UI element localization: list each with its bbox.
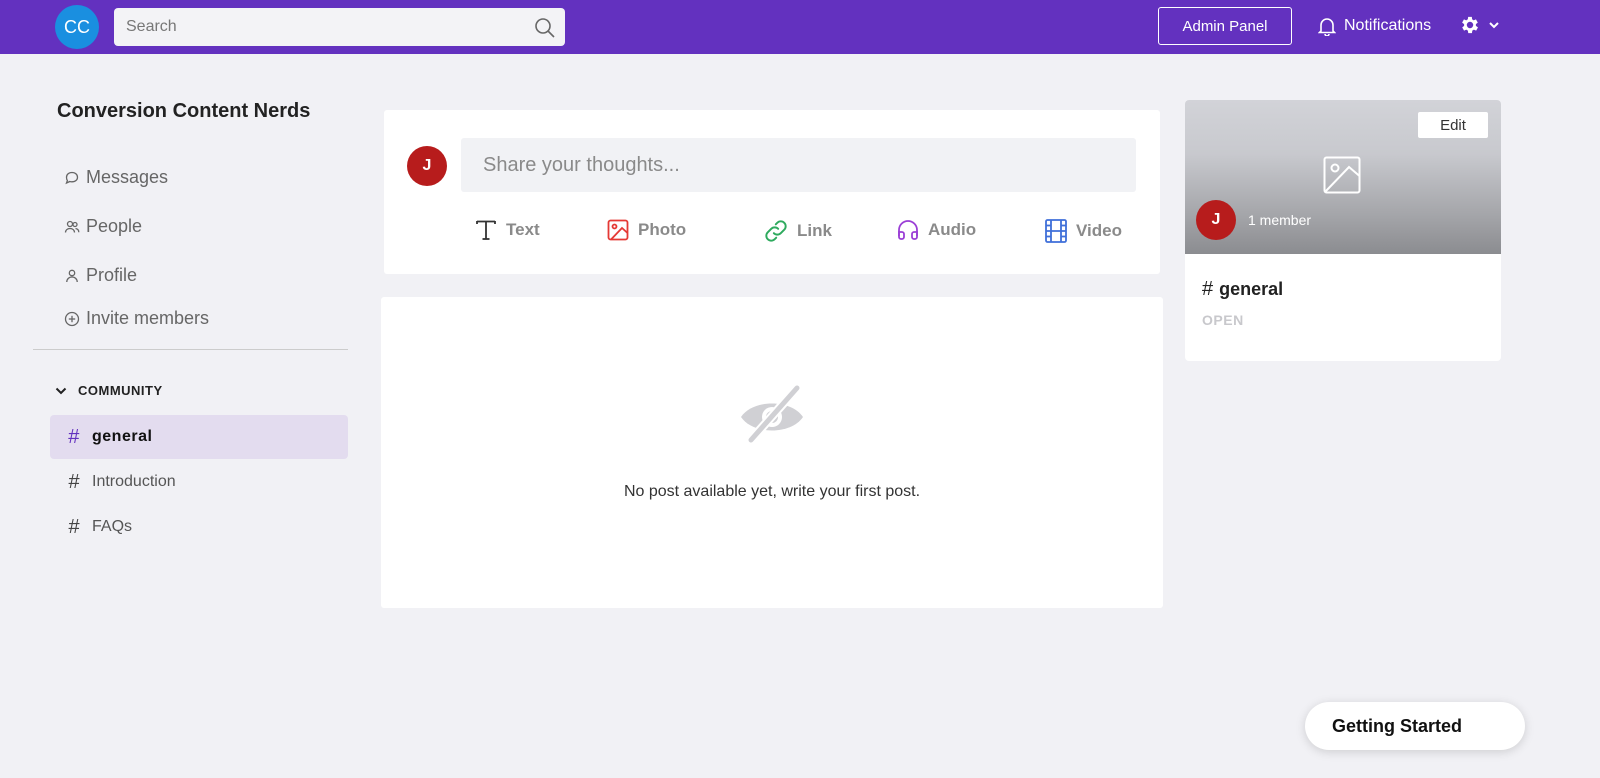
bell-icon bbox=[1318, 18, 1336, 36]
channel-general[interactable]: # general bbox=[50, 415, 348, 459]
hash-icon: # bbox=[1202, 278, 1214, 300]
section-label: COMMUNITY bbox=[78, 383, 163, 398]
getting-started-button[interactable]: Getting Started bbox=[1305, 702, 1525, 750]
channel-faqs[interactable]: # FAQs bbox=[50, 505, 348, 549]
channel-introduction[interactable]: # Introduction bbox=[50, 460, 348, 504]
notifications-label: Notifications bbox=[1344, 17, 1432, 34]
channel-label: Introduction bbox=[92, 473, 176, 490]
community-section-toggle[interactable]: COMMUNITY bbox=[54, 383, 163, 398]
channel-title: # general bbox=[1202, 278, 1283, 301]
eye-slash-icon bbox=[741, 385, 803, 443]
post-type-label: Photo bbox=[638, 220, 687, 239]
post-type-label: Audio bbox=[928, 220, 977, 239]
post-type-text[interactable]: Text bbox=[474, 218, 540, 242]
post-type-label: Link bbox=[797, 221, 832, 240]
nav-messages[interactable]: Messages bbox=[64, 167, 168, 188]
nav-label: People bbox=[86, 216, 143, 236]
search-box bbox=[114, 8, 565, 46]
plus-circle-icon bbox=[64, 311, 80, 326]
nav-label: Profile bbox=[86, 265, 138, 285]
post-type-photo[interactable]: Photo bbox=[606, 218, 686, 242]
member-count[interactable]: 1 member bbox=[1248, 212, 1311, 228]
settings-menu[interactable] bbox=[1459, 14, 1501, 36]
headphones-icon bbox=[898, 220, 918, 240]
top-bar: CC Admin Panel Notifications bbox=[0, 0, 1600, 54]
channel-cover: Edit J 1 member bbox=[1185, 100, 1501, 254]
post-composer: J Share your thoughts... Text Photo Link bbox=[384, 110, 1160, 274]
text-icon bbox=[476, 220, 496, 240]
film-icon bbox=[1045, 219, 1067, 243]
search-icon[interactable] bbox=[533, 16, 557, 40]
search-input[interactable] bbox=[114, 8, 565, 46]
channel-label: FAQs bbox=[92, 518, 133, 535]
person-icon bbox=[66, 269, 78, 282]
empty-feed-message: No post available yet, write your first … bbox=[623, 483, 921, 500]
photo-icon bbox=[607, 219, 629, 241]
people-icon bbox=[64, 220, 80, 233]
nav-label: Invite members bbox=[86, 308, 210, 328]
post-type-label: Text bbox=[506, 220, 540, 239]
image-placeholder-icon bbox=[1323, 156, 1361, 194]
hash-icon: # bbox=[68, 470, 80, 493]
chevron-down-icon bbox=[1489, 22, 1499, 29]
feed-empty-state: No post available yet, write your first … bbox=[381, 297, 1163, 608]
community-name: Conversion Content Nerds bbox=[57, 100, 311, 122]
sidebar-divider bbox=[33, 349, 348, 350]
nav-profile[interactable]: Profile bbox=[64, 265, 137, 286]
nav-label: Messages bbox=[86, 167, 169, 187]
post-type-audio[interactable]: Audio bbox=[896, 218, 976, 242]
notifications-button[interactable]: Notifications bbox=[1318, 14, 1431, 38]
chevron-down-icon bbox=[55, 387, 67, 394]
channel-info-card: Edit J 1 member # general OPEN bbox=[1185, 100, 1501, 361]
channel-label: general bbox=[92, 428, 153, 445]
hash-icon: # bbox=[68, 425, 80, 448]
chat-bubble-icon bbox=[65, 171, 79, 184]
community-avatar[interactable]: CC bbox=[55, 5, 99, 49]
edit-cover-button[interactable]: Edit bbox=[1418, 112, 1488, 138]
link-icon bbox=[765, 220, 787, 242]
nav-people[interactable]: People bbox=[64, 216, 142, 237]
post-type-video[interactable]: Video bbox=[1044, 218, 1122, 244]
post-type-label: Video bbox=[1076, 221, 1122, 240]
post-type-link[interactable]: Link bbox=[763, 218, 832, 244]
nav-invite-members[interactable]: Invite members bbox=[64, 308, 209, 329]
user-avatar[interactable]: J bbox=[407, 146, 447, 186]
share-thoughts-input[interactable]: Share your thoughts... bbox=[461, 138, 1136, 192]
member-avatar[interactable]: J bbox=[1196, 200, 1236, 240]
hash-icon: # bbox=[68, 515, 80, 538]
channel-status-badge: OPEN bbox=[1202, 312, 1244, 328]
admin-panel-button[interactable]: Admin Panel bbox=[1158, 7, 1292, 45]
gear-icon bbox=[1462, 16, 1478, 34]
channel-title-label: general bbox=[1219, 279, 1284, 299]
